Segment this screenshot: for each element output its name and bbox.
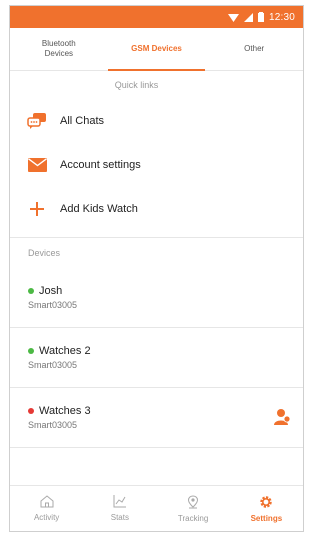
device-id: Smart03005 [28,360,78,370]
status-time: 12:30 [268,11,295,23]
status-dot [28,408,34,414]
account-settings-label: Account settings [60,159,141,171]
add-kids-watch-label: Add Kids Watch [60,203,138,215]
status-dot [28,288,34,294]
device-row-josh[interactable]: Josh Smart03005 [10,268,303,328]
nav-settings[interactable]: Settings [230,486,303,531]
battery-icon [257,12,264,22]
phone-screen: 12:30 Bluetooth Devices GSM Devices Othe… [9,5,304,532]
user-alert-icon[interactable] [273,408,291,431]
device-id: Smart03005 [28,300,78,310]
device-row-watches-3[interactable]: Watches 3 Smart03005 [10,388,303,448]
all-chats-link[interactable]: All Chats [10,99,303,143]
bottom-navigation: Activity Stats Tracking Settings [10,485,303,531]
gear-icon [259,495,273,511]
add-kids-watch-link[interactable]: Add Kids Watch [10,187,303,231]
tab-label: Bluetooth [41,39,76,48]
nav-tracking[interactable]: Tracking [157,486,230,531]
device-name: Josh [39,285,63,297]
tab-gsm-devices[interactable]: GSM Devices [107,28,206,71]
nav-label: Stats [110,513,129,522]
tab-other[interactable]: Other [205,28,303,70]
status-dot [28,348,34,354]
plus-icon [24,202,50,216]
status-bar: 12:30 [10,6,303,28]
nav-stats[interactable]: Stats [83,486,156,531]
quick-links-heading: Quick links [114,80,159,90]
tab-label: Other [244,44,265,53]
device-tabs: Bluetooth Devices GSM Devices Other [10,28,303,71]
device-row-watches-2[interactable]: Watches 2 Smart03005 [10,328,303,388]
wifi-icon [227,13,239,22]
nav-label: Tracking [177,513,209,523]
device-name: Watches 3 [39,405,91,417]
nav-label: Activity [33,513,60,522]
chart-icon [113,495,127,510]
tab-bluetooth-devices[interactable]: Bluetooth Devices [10,28,108,70]
devices-heading: Devices [10,237,303,268]
nav-label: Settings [250,513,283,523]
all-chats-label: All Chats [60,115,105,127]
device-id: Smart03005 [28,420,78,430]
nav-activity[interactable]: Activity [10,486,83,531]
tab-label: GSM Devices [131,44,182,53]
envelope-icon [24,158,50,172]
device-name: Watches 2 [39,345,91,357]
chat-icon [24,113,50,129]
signal-icon [243,12,253,22]
location-pin-icon [187,494,199,511]
home-icon [40,495,54,510]
tab-label: Devices [44,49,74,58]
account-settings-link[interactable]: Account settings [10,143,303,187]
